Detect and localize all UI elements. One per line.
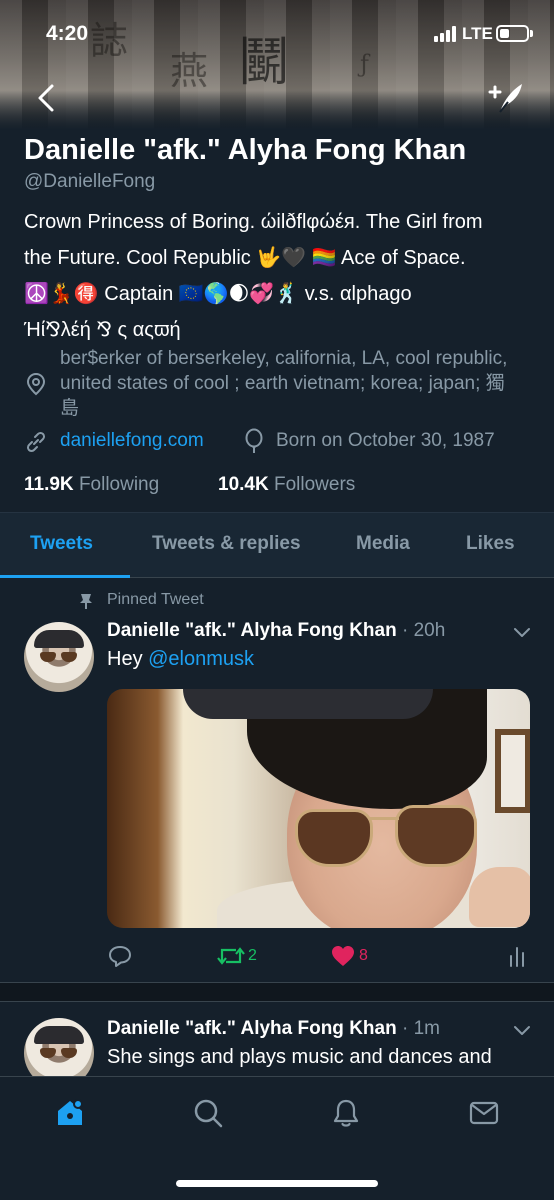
following-stat[interactable]: 11.9K Following xyxy=(24,474,159,496)
profile-website-link[interactable]: daniellefong.com xyxy=(60,430,204,452)
avatar-cap xyxy=(34,630,84,648)
compose-tweet-button[interactable] xyxy=(486,80,526,116)
reply-icon[interactable] xyxy=(107,944,133,968)
followers-label: Followers xyxy=(273,474,356,495)
followers-count: 10.4K xyxy=(218,474,269,495)
tweet-timestamp: · 20h xyxy=(401,620,446,641)
tweet-text: She sings and plays music and dances and xyxy=(107,1046,492,1068)
bio-line: the Future. Cool Republic 🤟🖤 🏳️‍🌈 Ace of… xyxy=(24,247,466,269)
bio-line: Crown Princess of Boring. ώilðflφώέя. Th… xyxy=(24,211,483,233)
mention-link[interactable]: @elonmusk xyxy=(148,648,254,670)
pinned-tweet-label: Pinned Tweet xyxy=(107,591,204,608)
tweet-author[interactable]: Danielle "afk." Alyha Fong Khan · 1m xyxy=(107,1018,440,1040)
home-indicator[interactable] xyxy=(176,1180,378,1187)
tab-media[interactable]: Media xyxy=(356,533,410,555)
banner-fade xyxy=(0,90,554,130)
messages-envelope-icon[interactable] xyxy=(468,1097,500,1129)
retweet-count: 2 xyxy=(248,947,257,964)
bio-line: ☮️💃🉐 Captain 🇪🇺🌎🌒💞🕺 v.s. αlphago xyxy=(24,283,412,305)
tweet-actions: 2 8 xyxy=(0,942,554,972)
active-tab-indicator xyxy=(0,575,130,578)
profile-location: ber$erker of berserkeley, california, LA… xyxy=(60,348,508,419)
profile-tabs: Tweets Tweets & replies Media Likes xyxy=(0,512,554,578)
profile-handle: @DanielleFong xyxy=(24,171,156,192)
followers-stat[interactable]: 10.4K Followers xyxy=(218,474,355,496)
profile-bio: Crown Princess of Boring. ώilðflφώέя. Th… xyxy=(24,204,534,348)
bio-line: Ήί⅋λέή ⅋ ς αςϖή xyxy=(24,319,181,341)
birthday-balloon-icon xyxy=(245,428,263,453)
avatar-cap xyxy=(34,1026,84,1044)
network-type: LTE xyxy=(462,24,493,43)
photo-sunglasses-bridge xyxy=(369,817,399,820)
tweet-timestamp: · 1m xyxy=(401,1018,440,1039)
tweet-author[interactable]: Danielle "afk." Alyha Fong Khan · 20h xyxy=(107,620,445,642)
photo-background-window xyxy=(495,729,530,813)
photo-sunglasses-lens xyxy=(395,805,477,867)
following-label: Following xyxy=(78,474,160,495)
status-bar: 4:20 LTE xyxy=(0,0,554,60)
search-icon[interactable] xyxy=(192,1097,224,1129)
avatar-sunglasses xyxy=(40,1048,78,1058)
profile-name: Danielle "afk." Alyha Fong Khan xyxy=(24,134,467,166)
notifications-bell-icon[interactable] xyxy=(330,1097,362,1129)
back-button[interactable] xyxy=(30,80,66,116)
tweet-divider xyxy=(0,982,554,1002)
like-count: 8 xyxy=(359,947,368,964)
tab-likes[interactable]: Likes xyxy=(466,533,515,555)
profile-birthday: Born on October 30, 1987 xyxy=(276,430,495,451)
heart-icon[interactable] xyxy=(330,944,356,968)
status-time: 4:20 xyxy=(46,22,89,45)
home-icon[interactable] xyxy=(54,1097,86,1129)
battery-icon xyxy=(496,25,529,42)
battery-tip xyxy=(530,30,533,37)
avatar-sunglasses xyxy=(40,652,78,662)
pin-icon xyxy=(80,594,92,609)
tweet-text: Hey @elonmusk xyxy=(107,648,254,671)
photo-cap xyxy=(183,689,433,719)
following-count: 11.9K xyxy=(24,474,74,495)
back-arrow-icon xyxy=(38,84,54,112)
tweet-media-photo[interactable] xyxy=(107,689,530,928)
chevron-down-icon[interactable] xyxy=(512,1024,532,1038)
tweet-author-name: Danielle "afk." Alyha Fong Khan xyxy=(107,1018,397,1039)
chevron-down-icon[interactable] xyxy=(512,626,532,640)
location-pin-icon xyxy=(26,372,46,396)
compose-tweet-icon xyxy=(488,84,522,113)
tab-tweets[interactable]: Tweets xyxy=(30,533,93,555)
tab-tweets-and-replies[interactable]: Tweets & replies xyxy=(152,533,301,555)
tweet-text-body: Hey xyxy=(107,648,149,670)
photo-sunglasses-lens xyxy=(295,809,373,867)
retweet-icon[interactable] xyxy=(216,944,246,968)
signal-strength-icon xyxy=(434,26,458,42)
tweet-author-name: Danielle "afk." Alyha Fong Khan xyxy=(107,620,397,641)
link-icon xyxy=(26,431,46,453)
avatar[interactable] xyxy=(24,622,94,692)
photo-hand xyxy=(469,867,530,927)
analytics-icon[interactable] xyxy=(508,944,526,968)
